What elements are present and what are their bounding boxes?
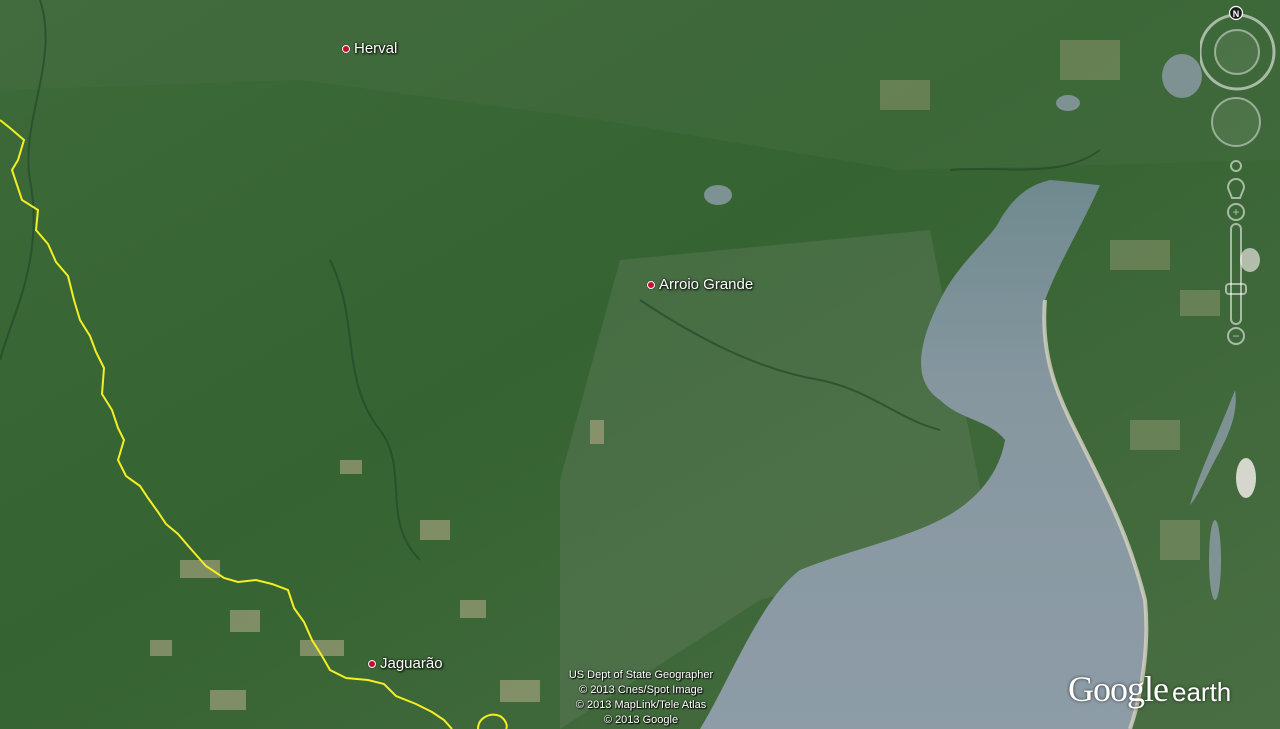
place-dot [647,280,655,289]
attribution-line: © 2013 Google [603,714,679,726]
place-marker-arroio-grande[interactable]: Arroio Grande [647,276,753,293]
street-view-pegman-icon[interactable] [1226,160,1246,199]
zoom-slider[interactable] [1225,203,1247,345]
attribution-line: US Dept of State Geographer [568,669,714,681]
place-dot [368,659,376,668]
logo-earth: earth [1171,677,1232,707]
attribution-line: © 2013 Cnes/Spot Image [579,684,703,696]
place-label: Arroio Grande [659,276,754,293]
google-earth-logo: Google earth [1068,668,1231,710]
place-marker-jaguarao[interactable]: Jaguarão [368,655,443,672]
nav-controls-graphic: N + − [1200,5,1276,345]
place-label: Herval [354,40,398,57]
north-label: N [1233,9,1240,19]
look-joystick[interactable] [1211,97,1261,147]
logo-google: Google [1068,669,1169,709]
place-dot [342,44,350,53]
imagery-attribution: US Dept of State Geographer © 2013 Cnes/… [541,668,741,728]
zoom-in-icon[interactable]: + [1232,205,1239,219]
map-imagery [0,0,1280,729]
place-label: Jaguarão [380,655,443,672]
satellite-map[interactable]: Herval Arroio Grande Jaguarão US Dept of… [0,0,1280,729]
navigation-controls: N + − [1200,0,1280,360]
place-marker-herval[interactable]: Herval [342,40,397,57]
zoom-out-icon[interactable]: − [1232,329,1239,343]
attribution-line: © 2013 MapLink/Tele Atlas [575,699,707,711]
